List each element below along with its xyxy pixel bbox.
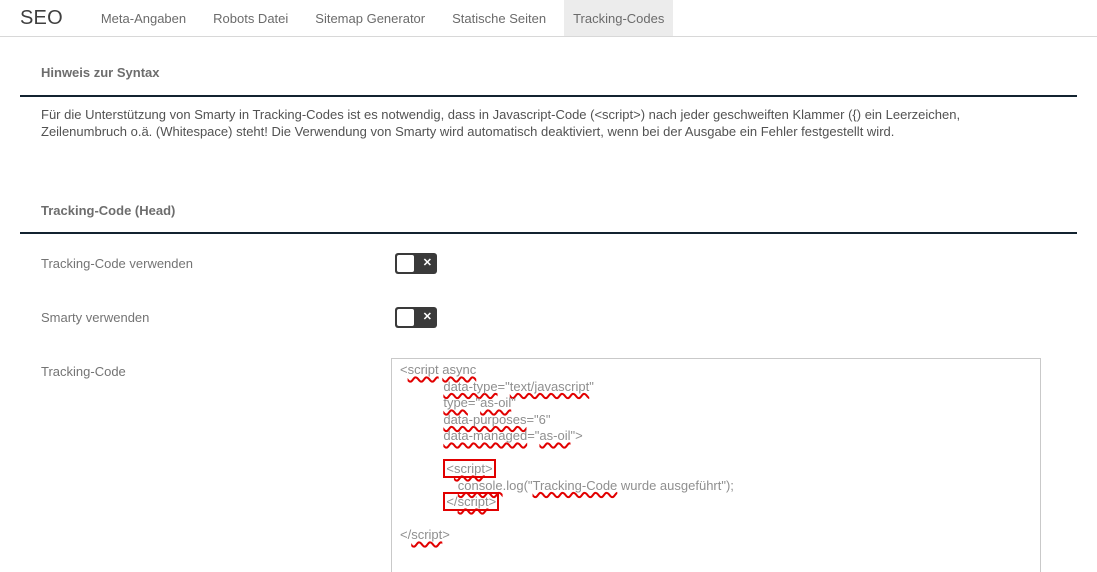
spellcheck-box: </script> [443,492,500,511]
spellcheck-squiggle: as-oil [480,395,512,410]
tab-robots-datei[interactable]: Robots Datei [204,0,297,36]
spellcheck-squiggle: data-purposes [443,411,527,427]
code-line: data-managed="as-oil"> [400,428,1032,445]
tab-statische-seiten[interactable]: Statische Seiten [443,0,555,36]
spellcheck-squiggle: data-managed [443,428,528,443]
code-line: type="as-oil" [400,395,1032,412]
syntax-note-heading: Hinweis zur Syntax [41,65,160,80]
code-text: ="6" [526,411,551,427]
x-icon: ✕ [422,257,432,269]
code-text: > [442,527,450,542]
code-text: < [446,461,454,476]
spellcheck-squiggle: data-type [443,378,498,394]
code-text: =" [467,395,481,410]
tracking-head-form: Tracking-Code verwenden ✕ Smarty verwend… [20,253,1077,572]
spellcheck-squiggle: text/javascript [509,378,590,394]
spellcheck-squiggle: script [411,527,443,542]
code-text: > [488,494,497,509]
code-text: =" [497,378,510,394]
tracking-code-editor[interactable]: <script async data-type="text/javascript… [391,358,1041,572]
content-area: Hinweis zur Syntax Für die Unterstützung… [0,65,1097,572]
spellcheck-squiggle: script [407,362,439,377]
code-line: data-purposes="6" [400,412,1032,429]
x-icon: ✕ [422,311,432,323]
tracking-code-label: Tracking-Code [41,364,126,379]
tracking-head-heading: Tracking-Code (Head) [41,203,176,218]
tab-bar: SEO Meta-Angaben Robots Datei Sitemap Ge… [0,0,1097,37]
row-smarty-verwenden: Smarty verwenden ✕ [20,307,1077,328]
code-text: > [485,461,493,476]
spellcheck-box: <script> [443,459,496,478]
spellcheck-squiggle: as-oil [539,428,571,443]
toggle-knob [397,309,414,326]
code-text: " [589,378,594,394]
code-text: < [400,362,408,377]
spellcheck-squiggle: type [443,395,468,410]
code-line: </script> [400,492,1032,511]
code-text: "> [570,428,583,443]
tracking-code-verwenden-label: Tracking-Code verwenden [41,256,193,271]
code-line: <script async [400,362,1032,379]
syntax-note-text: Für die Unterstützung von Smarty in Trac… [41,107,961,139]
tab-meta-angaben[interactable]: Meta-Angaben [92,0,195,36]
page-title: SEO [20,6,63,29]
spellcheck-squiggle: script [453,461,485,476]
code-text: </ [446,494,458,509]
code-text: =" [527,428,540,443]
code-text: wurde ausgeführt"); [617,477,734,493]
spellcheck-squiggle: script [457,494,489,509]
tab-tracking-codes[interactable]: Tracking-Codes [564,0,674,36]
spellcheck-squiggle: console [457,477,503,493]
spellcheck-squiggle: Tracking-Code [532,477,618,493]
smarty-verwenden-toggle[interactable]: ✕ [395,307,437,328]
spellcheck-squiggle: async [442,362,477,377]
section-divider [20,232,1077,234]
tracking-code-verwenden-toggle[interactable]: ✕ [395,253,437,274]
smarty-verwenden-label: Smarty verwenden [41,310,150,325]
code-line: <script> [400,459,1032,478]
code-text: </ [400,527,412,542]
code-line: data-type="text/javascript" [400,379,1032,396]
toggle-knob [397,255,414,272]
code-text: " [511,395,516,410]
tab-sitemap-generator[interactable]: Sitemap Generator [306,0,434,36]
section-divider [20,95,1077,97]
code-line: </script> [400,527,1032,544]
row-tracking-code-verwenden: Tracking-Code verwenden ✕ [20,253,1077,274]
row-tracking-code: Tracking-Code <script async data-type="t… [20,358,1077,572]
code-text: .log(" [502,477,533,493]
